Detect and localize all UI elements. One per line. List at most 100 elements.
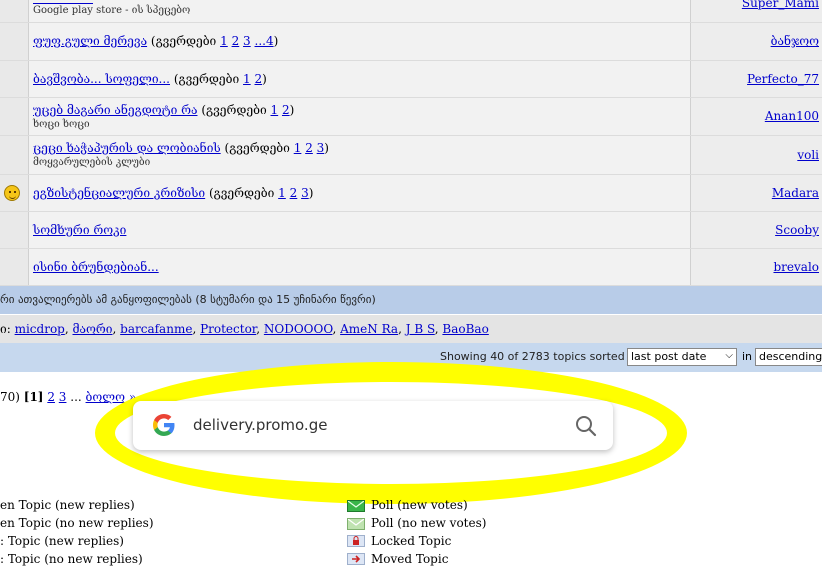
- sort-by-select[interactable]: last post date ⌵: [627, 348, 737, 366]
- member-link[interactable]: AmeN Ra: [340, 322, 398, 336]
- page-link[interactable]: 2: [47, 390, 55, 404]
- sort-showing-text: Showing 40 of 2783 topics sorted by: [440, 350, 642, 363]
- topic-main-cell: ცეცი ხაჭაპურის და ლობიანის (გვერდები 1 2…: [33, 136, 691, 174]
- pagination-ellipsis: ...: [70, 390, 82, 404]
- topic-title-link[interactable]: [33, 0, 93, 4]
- page-link[interactable]: 2: [232, 34, 240, 48]
- page-link[interactable]: ...4: [255, 34, 274, 48]
- topic-subtitle: მოყვარულების კლუბი: [33, 157, 151, 168]
- poll-icon: [347, 518, 365, 530]
- topic-pages-close: ): [308, 186, 314, 200]
- pagination-prefix: 70): [0, 390, 20, 404]
- moved-icon: [347, 553, 365, 565]
- legend-label: Moved Topic: [371, 552, 449, 566]
- topic-subtitle: Google play store - ის სპეცებო: [33, 5, 191, 16]
- poll-new-icon: [347, 500, 365, 512]
- topic-pages-close: ): [324, 141, 329, 155]
- topic-pages-label: (გვერდები: [208, 186, 275, 200]
- topic-status-cell: [0, 0, 29, 22]
- page-link[interactable]: 2: [255, 72, 263, 86]
- page-link[interactable]: 2: [282, 103, 290, 117]
- topic-row: ეგზისტენციალური კრიზისი (გვერდები 1 2 3)…: [0, 175, 822, 212]
- topic-title-link[interactable]: ბავშვობა... სოფელი...: [33, 72, 170, 86]
- last-poster-cell: Scooby: [690, 212, 822, 248]
- lock-icon: [347, 535, 365, 547]
- member-link[interactable]: Protector: [200, 322, 256, 336]
- topic-title-link[interactable]: ეგზისტენციალური კრიზისი: [33, 186, 205, 200]
- topic-row: ფუფ.გული მერევა (გვერდები 1 2 3 ...4) ბა…: [0, 23, 822, 61]
- page-link[interactable]: 2: [290, 186, 298, 200]
- topic-row: ბავშვობა... სოფელი... (გვერდები 1 2) Per…: [0, 61, 822, 98]
- legend-label: en Topic (no new replies): [0, 516, 154, 530]
- topic-pages-label: (გვერდები: [150, 34, 217, 48]
- member-link[interactable]: barcafanme: [120, 322, 192, 336]
- page-link[interactable]: 1: [294, 141, 302, 155]
- topic-main-cell: ეგზისტენციალური კრიზისი (გვერდები 1 2 3): [33, 175, 691, 211]
- last-poster-link[interactable]: Scooby: [775, 223, 819, 237]
- topic-status-cell: [0, 98, 29, 135]
- last-poster-link[interactable]: brevalo: [773, 260, 819, 274]
- page-link[interactable]: 1: [220, 34, 228, 48]
- member-link[interactable]: მაორი: [73, 322, 113, 336]
- topic-title-link[interactable]: ისინი ბრუნდებიან...: [33, 260, 159, 274]
- page-link[interactable]: 1: [271, 103, 279, 117]
- last-poster-link[interactable]: ბანჯოო: [771, 34, 819, 48]
- google-logo-icon: [153, 414, 175, 436]
- last-poster-cell: brevalo: [690, 249, 822, 285]
- topic-title-link[interactable]: ცეცი ხაჭაპურის და ლობიანის: [33, 141, 221, 155]
- last-poster-cell: Madara: [690, 175, 822, 211]
- topic-main-cell: ისინი ბრუნდებიან...: [33, 249, 691, 285]
- last-poster-link[interactable]: voli: [797, 148, 819, 162]
- page-link[interactable]: 1: [243, 72, 251, 86]
- members-prefix: ი:: [0, 322, 11, 336]
- member-link[interactable]: J B S: [406, 322, 435, 336]
- pagination: 70) [1] 2 3 ... ბოლო »: [0, 390, 136, 404]
- last-poster-link[interactable]: Perfecto_77: [747, 72, 819, 86]
- topic-pages-label: (გვერდები: [224, 141, 290, 155]
- page-link[interactable]: 2: [305, 141, 313, 155]
- topic-main-cell: უცებ მაგარი ანეგდოტი რა (გვერდები 1 2) ხ…: [33, 98, 691, 135]
- topic-main-cell: სომხური როკი: [33, 212, 691, 248]
- topic-main-cell: Google play store - ის სპეცებო: [33, 0, 691, 22]
- legend-label: : Topic (new replies): [0, 534, 124, 548]
- search-box[interactable]: delivery.promo.ge: [133, 401, 613, 450]
- smiley-icon: [4, 185, 20, 201]
- topic-pages-label: (გვერდები: [201, 103, 267, 117]
- sort-order-select[interactable]: descending o: [755, 348, 822, 366]
- topic-pages-close: ): [262, 72, 267, 86]
- topic-status-cell: [0, 212, 29, 248]
- member-link[interactable]: NODOOOO: [264, 322, 333, 336]
- last-poster-link[interactable]: Super_Mami: [742, 0, 819, 10]
- search-icon[interactable]: [575, 415, 597, 437]
- last-poster-link[interactable]: Madara: [772, 186, 819, 200]
- viewers-bar: რი ათვალიერებს ამ განყოფილებას (8 სტუმარ…: [0, 286, 822, 314]
- legend-label: en Topic (new replies): [0, 498, 135, 512]
- members-bar: ი: micdrop, მაორი, barcafanme, Protector…: [0, 315, 822, 343]
- topic-status-cell: [0, 61, 29, 97]
- sort-order-value: descending o: [759, 350, 822, 363]
- topic-title-link[interactable]: სომხური როკი: [33, 223, 126, 237]
- member-link[interactable]: BaoBao: [442, 322, 488, 336]
- topic-title-link[interactable]: უცებ მაგარი ანეგდოტი რა: [33, 103, 197, 117]
- legend-label: Poll (new votes): [371, 498, 468, 512]
- viewers-text: რი ათვალიერებს ამ განყოფილებას (8 სტუმარ…: [0, 293, 376, 306]
- current-page: [1]: [23, 390, 44, 404]
- page-link[interactable]: 1: [278, 186, 286, 200]
- last-poster-cell: voli: [690, 136, 822, 174]
- topic-main-cell: ფუფ.გული მერევა (გვერდები 1 2 3 ...4): [33, 23, 691, 60]
- last-poster-cell: ბანჯოო: [690, 23, 822, 60]
- page-link[interactable]: 3: [301, 186, 309, 200]
- last-poster-link[interactable]: Anan100: [765, 109, 819, 123]
- topic-subtitle: ხოცი ხოცი: [33, 119, 90, 130]
- page-link[interactable]: 3: [59, 390, 67, 404]
- topic-row: ცეცი ხაჭაპურის და ლობიანის (გვერდები 1 2…: [0, 136, 822, 175]
- topic-status-cell: [0, 136, 29, 174]
- page-link[interactable]: 3: [243, 34, 251, 48]
- topic-row: Google play store - ის სპეცებო Super_Mam…: [0, 0, 822, 23]
- topic-pages-label: (გვერდები: [173, 72, 240, 86]
- search-query[interactable]: delivery.promo.ge: [193, 416, 327, 434]
- member-link[interactable]: micdrop: [15, 322, 65, 336]
- topic-title-link[interactable]: ფუფ.გული მერევა: [33, 34, 147, 48]
- topic-pages-close: ): [289, 103, 295, 117]
- sort-by-value: last post date: [631, 350, 707, 363]
